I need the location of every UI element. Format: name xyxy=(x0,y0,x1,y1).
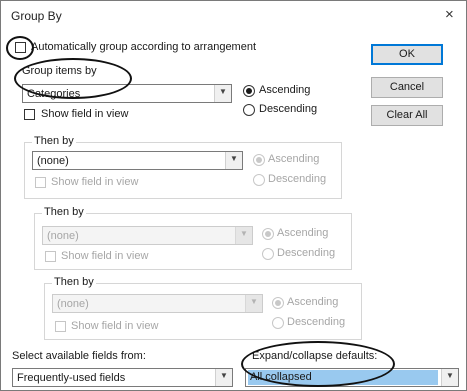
then-by-3-ascending-radio[interactable] xyxy=(272,297,284,309)
dialog-title: Group By xyxy=(11,9,62,23)
title-bar: Group By × xyxy=(1,1,466,29)
expand-collapse-label: Expand/collapse defaults: xyxy=(252,350,378,362)
group-ascending-label: Ascending xyxy=(259,84,311,96)
then-by-3-descending-label: Descending xyxy=(287,316,346,328)
group-items-by-select[interactable]: Categories ▼ xyxy=(22,84,232,103)
chevron-down-icon[interactable]: ▼ xyxy=(235,227,252,244)
then-by-1-label: Then by xyxy=(32,135,76,147)
then-by-1-show-field-label: Show field in view xyxy=(51,176,139,188)
then-by-3-label: Then by xyxy=(52,276,96,288)
then-by-1-select[interactable]: (none) ▼ xyxy=(32,151,243,170)
then-by-3-ascending-label: Ascending xyxy=(287,296,339,308)
expand-collapse-value: All collapsed xyxy=(248,370,438,385)
chevron-down-icon[interactable]: ▼ xyxy=(245,295,262,312)
auto-group-label: Automatically group according to arrange… xyxy=(31,41,257,53)
available-fields-value: Frequently-used fields xyxy=(17,372,126,384)
expand-collapse-select[interactable]: All collapsed ▼ xyxy=(245,368,459,387)
group-descending-label: Descending xyxy=(259,103,318,115)
then-by-3-descending-radio[interactable] xyxy=(272,317,284,329)
group-items-by-label: Group items by xyxy=(22,65,97,77)
group-show-field-checkbox[interactable] xyxy=(24,109,35,120)
clear-all-button[interactable]: Clear All xyxy=(371,105,443,126)
then-by-1-ascending-label: Ascending xyxy=(268,153,320,165)
then-by-2-ascending-label: Ascending xyxy=(277,227,329,239)
chevron-down-icon[interactable]: ▼ xyxy=(225,152,242,169)
close-icon[interactable]: × xyxy=(445,6,454,23)
cancel-button[interactable]: Cancel xyxy=(371,77,443,98)
then-by-2-value: (none) xyxy=(47,230,79,242)
chevron-down-icon[interactable]: ▼ xyxy=(214,85,231,102)
then-by-1-descending-radio[interactable] xyxy=(253,174,265,186)
group-descending-radio[interactable] xyxy=(243,104,255,116)
available-fields-label: Select available fields from: xyxy=(12,350,146,362)
then-by-2-show-field-checkbox[interactable] xyxy=(45,251,56,262)
then-by-1-ascending-radio[interactable] xyxy=(253,154,265,166)
auto-group-checkbox[interactable] xyxy=(15,42,26,53)
then-by-2-show-field-label: Show field in view xyxy=(61,250,149,262)
ok-button[interactable]: OK xyxy=(371,44,443,65)
then-by-3-select[interactable]: (none) ▼ xyxy=(52,294,263,313)
then-by-3-show-field-checkbox[interactable] xyxy=(55,321,66,332)
then-by-1-value: (none) xyxy=(37,155,69,167)
group-ascending-radio[interactable] xyxy=(243,85,255,97)
then-by-2-ascending-radio[interactable] xyxy=(262,228,274,240)
then-by-3-show-field-label: Show field in view xyxy=(71,320,159,332)
then-by-2-descending-radio[interactable] xyxy=(262,248,274,260)
then-by-3-value: (none) xyxy=(57,298,89,310)
then-by-1-show-field-checkbox[interactable] xyxy=(35,177,46,188)
group-show-field-label: Show field in view xyxy=(41,108,129,120)
then-by-2-descending-label: Descending xyxy=(277,247,336,259)
then-by-1-descending-label: Descending xyxy=(268,173,327,185)
chevron-down-icon[interactable]: ▼ xyxy=(215,369,232,386)
chevron-down-icon[interactable]: ▼ xyxy=(441,369,458,386)
available-fields-select[interactable]: Frequently-used fields ▼ xyxy=(12,368,233,387)
then-by-2-label: Then by xyxy=(42,206,86,218)
then-by-2-select[interactable]: (none) ▼ xyxy=(42,226,253,245)
group-items-by-value: Categories xyxy=(27,88,81,100)
